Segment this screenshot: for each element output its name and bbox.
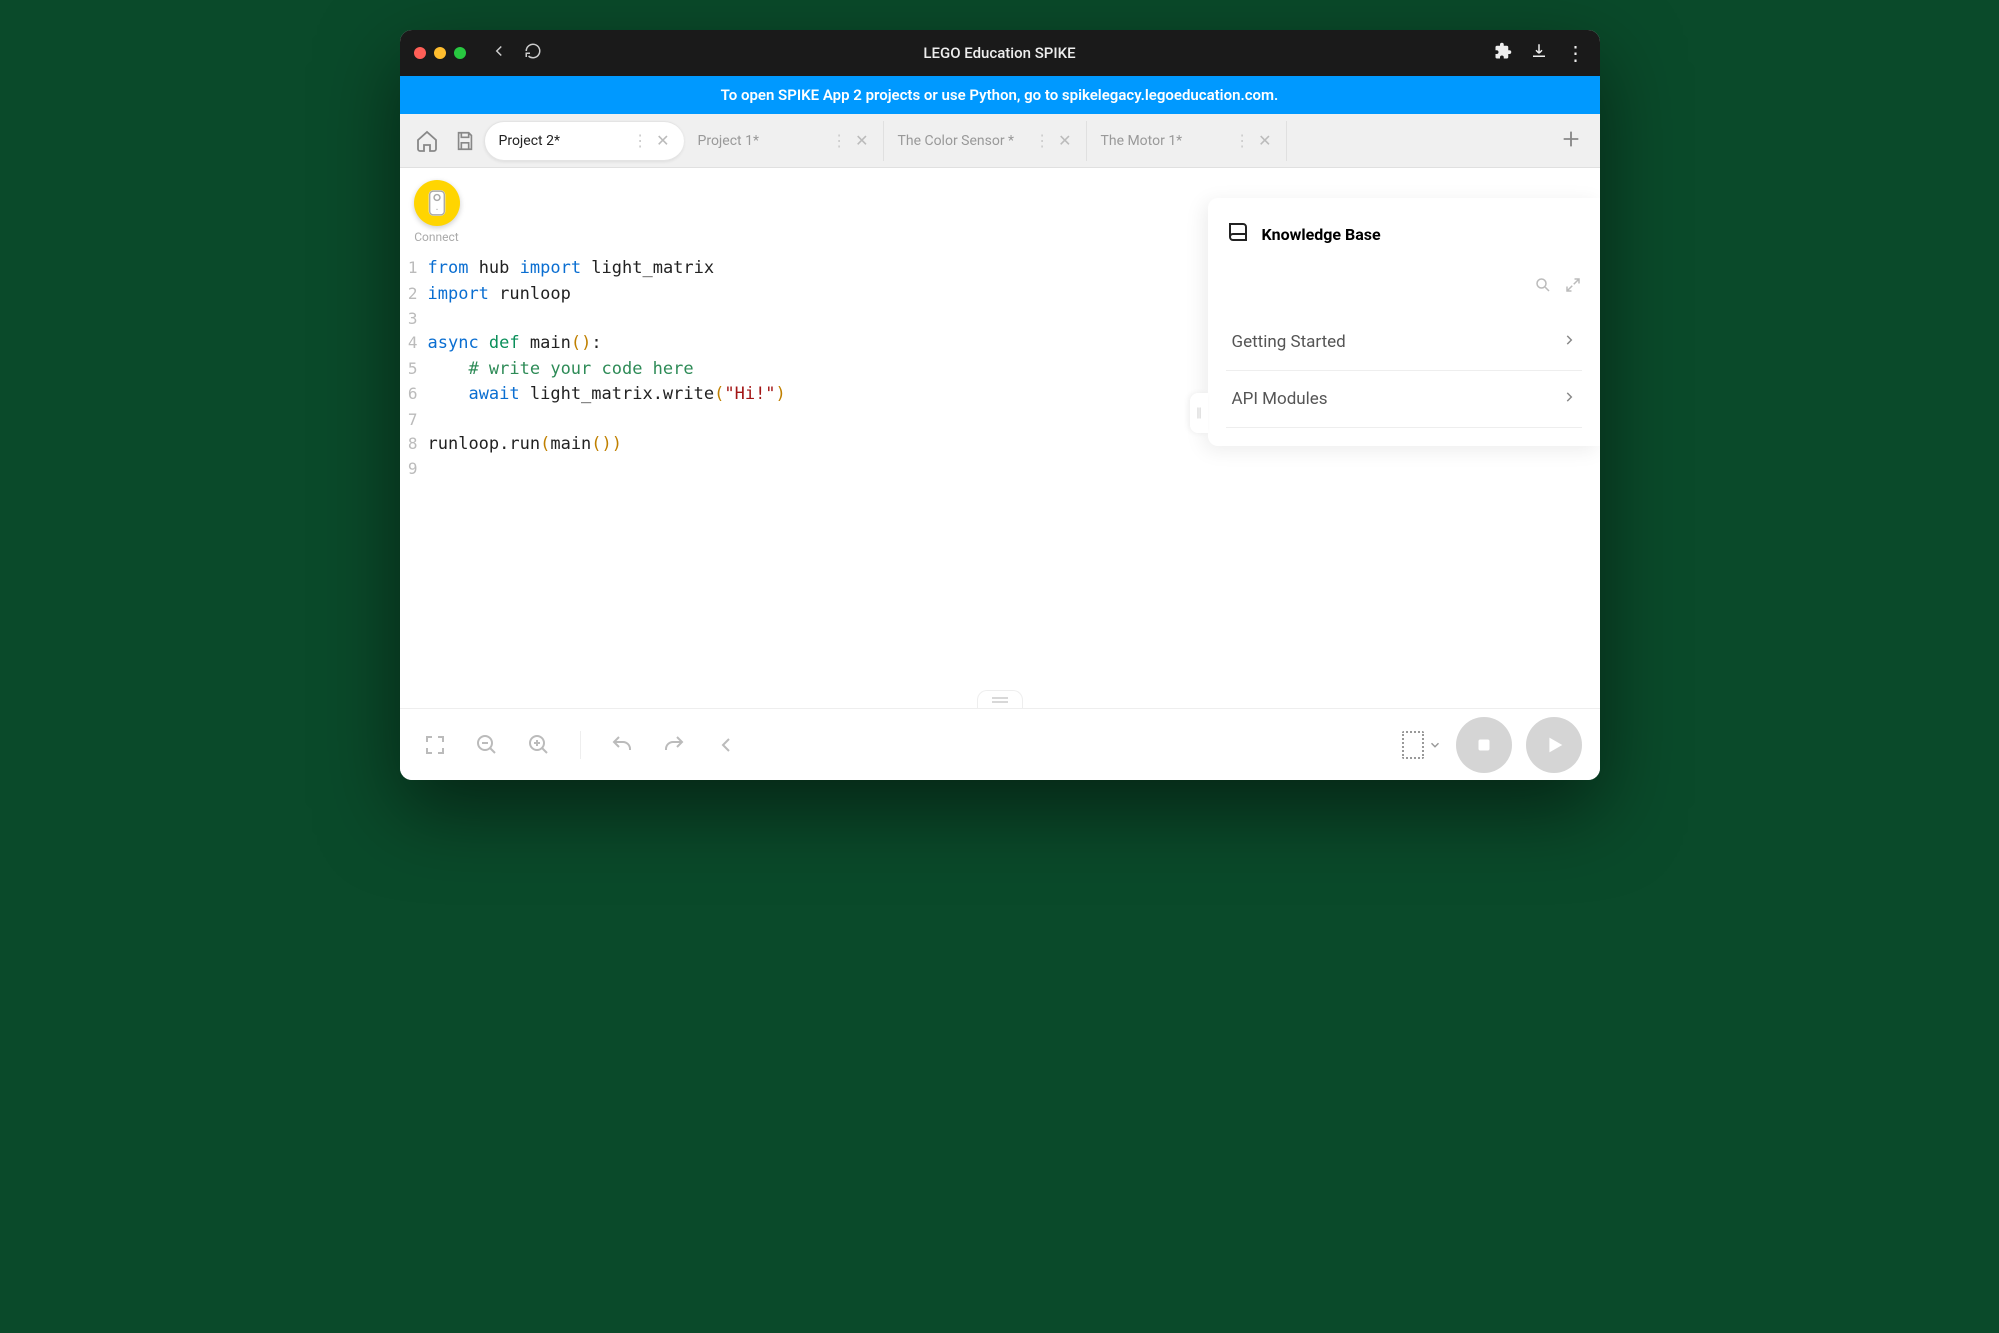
connect-hub-button[interactable] (414, 180, 460, 226)
tab-label: The Color Sensor * (898, 133, 1015, 149)
line-number: 4 (400, 331, 428, 357)
line-number: 8 (400, 432, 428, 458)
window-maximize-button[interactable] (454, 47, 466, 59)
app-window: LEGO Education SPIKE ⋮ To open SPIKE App… (400, 30, 1600, 780)
window-minimize-button[interactable] (434, 47, 446, 59)
home-button[interactable] (408, 122, 446, 160)
window-controls (414, 47, 466, 59)
tab-label: Project 2* (499, 133, 560, 149)
expand-icon[interactable] (1564, 276, 1582, 298)
tab-close-icon[interactable]: ✕ (656, 131, 669, 150)
window-close-button[interactable] (414, 47, 426, 59)
chevron-right-icon (1562, 389, 1576, 409)
tab-menu-icon[interactable]: ⋮ (632, 131, 646, 150)
redo-button[interactable] (657, 728, 691, 762)
kb-item-api-modules[interactable]: API Modules (1226, 371, 1582, 428)
step-back-button[interactable] (709, 728, 743, 762)
tab-menu-icon[interactable]: ⋮ (1034, 131, 1048, 150)
tab-motor-1[interactable]: The Motor 1* ⋮ ✕ (1087, 121, 1287, 161)
info-banner: To open SPIKE App 2 projects or use Pyth… (400, 76, 1600, 114)
kb-item-label: API Modules (1232, 389, 1328, 409)
book-icon (1226, 220, 1250, 248)
workspace: Connect 1from hub import light_matrix2im… (400, 168, 1600, 708)
line-number: 2 (400, 282, 428, 308)
bottom-toolbar (400, 708, 1600, 780)
zoom-out-button[interactable] (470, 728, 504, 762)
tab-menu-icon[interactable]: ⋮ (831, 131, 845, 150)
console-drag-handle[interactable] (977, 690, 1023, 708)
tab-label: The Motor 1* (1101, 133, 1183, 149)
fullscreen-button[interactable] (418, 728, 452, 762)
tab-bar: Project 2* ⋮ ✕ Project 1* ⋮ ✕ The Color … (400, 114, 1600, 168)
undo-button[interactable] (605, 728, 639, 762)
tab-label: Project 1* (698, 133, 759, 149)
kb-item-label: Getting Started (1232, 332, 1346, 352)
add-tab-button[interactable] (1550, 128, 1592, 154)
tab-menu-icon[interactable]: ⋮ (1234, 131, 1248, 150)
line-number: 9 (400, 457, 428, 481)
kb-title: Knowledge Base (1262, 225, 1381, 244)
tab-close-icon[interactable]: ✕ (1058, 131, 1071, 150)
line-number: 7 (400, 408, 428, 432)
knowledge-base-panel: || Knowledge Base Getting Started (1208, 198, 1600, 446)
line-number: 5 (400, 357, 428, 383)
line-number: 1 (400, 256, 428, 282)
kb-item-getting-started[interactable]: Getting Started (1226, 314, 1582, 371)
download-icon[interactable] (1530, 42, 1548, 64)
chevron-right-icon (1562, 332, 1576, 352)
back-button[interactable] (490, 42, 508, 64)
window-title: LEGO Education SPIKE (400, 44, 1600, 62)
run-button[interactable] (1526, 717, 1582, 773)
save-button[interactable] (446, 122, 484, 160)
tab-close-icon[interactable]: ✕ (855, 131, 868, 150)
search-icon[interactable] (1534, 276, 1552, 298)
panel-collapse-handle[interactable]: || (1190, 393, 1208, 433)
connect-label: Connect (414, 230, 460, 244)
tab-project-2[interactable]: Project 2* ⋮ ✕ (484, 121, 684, 161)
line-number: 6 (400, 382, 428, 408)
line-number: 3 (400, 307, 428, 331)
refresh-button[interactable] (524, 42, 542, 64)
extensions-icon[interactable] (1494, 42, 1512, 64)
tab-close-icon[interactable]: ✕ (1258, 131, 1271, 150)
tab-color-sensor[interactable]: The Color Sensor * ⋮ ✕ (884, 121, 1087, 161)
stop-button[interactable] (1456, 717, 1512, 773)
zoom-in-button[interactable] (522, 728, 556, 762)
slot-select-button[interactable] (1402, 731, 1442, 759)
code-line[interactable]: 9 (400, 457, 1600, 481)
tab-project-1[interactable]: Project 1* ⋮ ✕ (684, 121, 884, 161)
titlebar: LEGO Education SPIKE ⋮ (400, 30, 1600, 76)
